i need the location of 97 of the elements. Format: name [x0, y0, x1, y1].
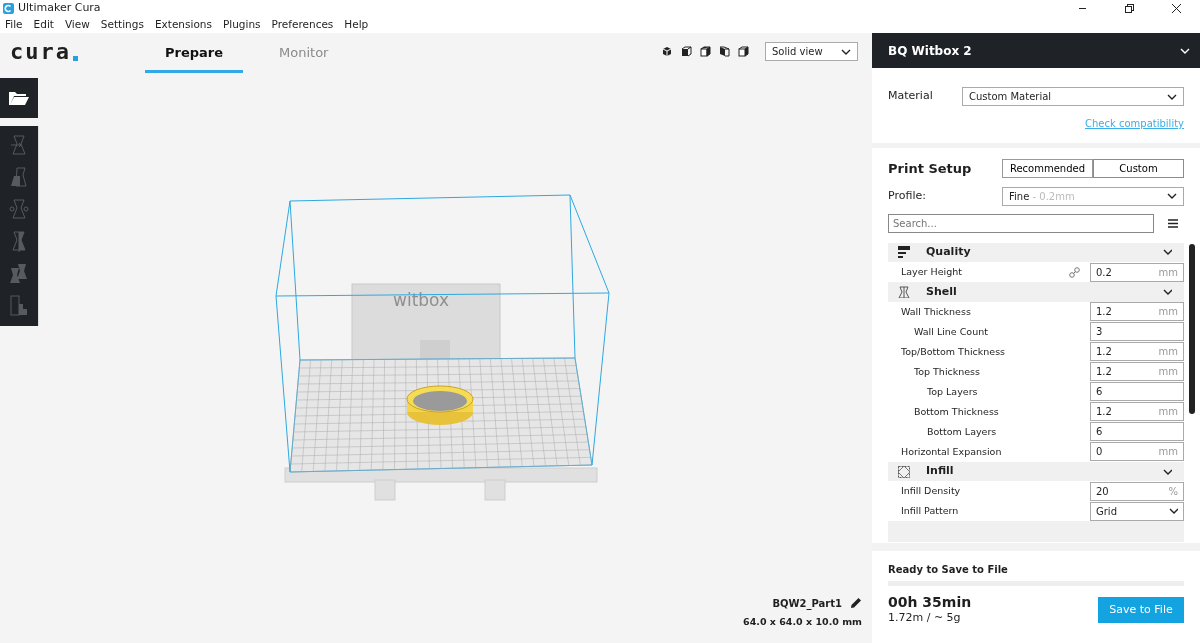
unit-label: mm: [1158, 345, 1178, 360]
camera-3d-view-icon[interactable]: [662, 46, 673, 57]
open-file-button[interactable]: [0, 78, 38, 118]
setting-label: Wall Thickness: [901, 304, 971, 319]
unit-label: mm: [1158, 405, 1178, 420]
close-icon[interactable]: [1171, 2, 1182, 14]
app-icon: [3, 2, 14, 14]
scrollbar-thumb[interactable]: [1189, 243, 1195, 414]
setting-label: Top Thickness: [914, 364, 980, 379]
setting-label: Horizontal Expansion: [901, 444, 1002, 459]
search-field[interactable]: Search...: [888, 213, 1154, 233]
setting-field[interactable]: 1.2 mm: [1090, 302, 1184, 322]
unit-label: mm: [1158, 265, 1178, 280]
setting-field[interactable]: 0.2 mm: [1090, 262, 1184, 282]
field-value: 0: [1096, 445, 1103, 460]
field-value: 20: [1096, 484, 1109, 499]
field-value: 1.2: [1096, 405, 1112, 420]
link-icon[interactable]: [1069, 266, 1080, 278]
camera-left-view-icon[interactable]: [719, 46, 730, 57]
profile-dropdown[interactable]: Fine - 0.2mm: [1002, 186, 1184, 206]
caret-icon: [841, 48, 851, 55]
field-value: 6: [1096, 385, 1103, 400]
material-dropdown[interactable]: Custom Material: [962, 87, 1184, 106]
category-title: Infill: [926, 463, 954, 480]
ring-model-drawing: [406, 385, 474, 425]
setting-label: Layer Height: [901, 265, 962, 280]
print-time: 00h 35min: [888, 594, 972, 610]
menu-item[interactable]: Preferences: [266, 16, 340, 33]
profile-label: Profile:: [888, 187, 926, 204]
setting-label: Bottom Thickness: [914, 404, 999, 419]
setting-field[interactable]: 3: [1090, 322, 1184, 342]
setting-field[interactable]: 1.2 mm: [1090, 342, 1184, 362]
field-value: 1.2: [1096, 345, 1112, 360]
menu-item[interactable]: Extensions: [149, 16, 218, 33]
logo-text: cura: [10, 40, 71, 63]
mode-tab[interactable]: Recommended: [1002, 159, 1093, 179]
field-value: 1.2: [1096, 365, 1112, 380]
object-dimensions: 64.0 x 64.0 x 10.0 mm: [743, 614, 862, 629]
menu-item[interactable]: Help: [339, 16, 375, 33]
chevron-down-icon: [1180, 47, 1190, 54]
setting-label: Top Layers: [927, 384, 978, 399]
category-header[interactable]: Shell: [888, 282, 1184, 302]
pencil-icon[interactable]: [850, 597, 862, 610]
camera-right-view-icon[interactable]: [738, 46, 749, 57]
setting-field[interactable]: 6: [1090, 422, 1184, 442]
caret-icon: [1169, 508, 1178, 515]
caret-icon: [1167, 193, 1177, 199]
field-value: 6: [1096, 425, 1103, 440]
setting-label: Top/Bottom Thickness: [901, 344, 1006, 359]
shell-icon: [898, 286, 910, 299]
view-mode-dropdown[interactable]: Solid view: [765, 42, 858, 61]
setting-label: Infill Density: [901, 484, 961, 499]
mode-tab[interactable]: Custom: [1093, 159, 1184, 179]
setting-label: Infill Pattern: [901, 504, 959, 519]
print-setup-title: Print Setup: [888, 160, 972, 178]
camera-top-view-icon[interactable]: [700, 46, 711, 57]
material-label: Material: [888, 88, 933, 105]
setting-field[interactable]: 20 %: [1090, 481, 1184, 501]
unit-label: mm: [1158, 445, 1178, 460]
menu-icon[interactable]: [1168, 218, 1178, 228]
object-name: BQW2_Part1: [772, 596, 842, 611]
tab[interactable]: Prepare: [145, 37, 244, 73]
folder-icon: [8, 90, 30, 106]
window-title: Ultimaker Cura: [18, 0, 102, 16]
setting-label: Bottom Layers: [927, 424, 997, 439]
setting-field[interactable]: 1.2 mm: [1090, 402, 1184, 422]
category-title: Quality: [926, 244, 971, 261]
printer-brand-text: witbox: [393, 290, 450, 310]
status-title: Ready to Save to File: [888, 562, 1009, 577]
field-value: 3: [1096, 325, 1103, 340]
unit-label: mm: [1158, 365, 1178, 380]
category-header[interactable]: Quality: [888, 242, 1184, 263]
menu-item[interactable]: Settings: [95, 16, 150, 33]
unit-label: %: [1168, 484, 1178, 499]
menu-item[interactable]: View: [59, 16, 96, 33]
printer-name: BQ Witbox 2: [888, 42, 972, 60]
infill-icon: [898, 465, 910, 478]
category-header[interactable]: Infill: [888, 461, 1184, 482]
quality-icon: [898, 246, 910, 259]
field-value: 0.2: [1096, 265, 1112, 280]
setting-field[interactable]: Grid: [1090, 501, 1184, 521]
unit-label: mm: [1158, 305, 1178, 320]
printer-header[interactable]: BQ Witbox 2: [872, 33, 1200, 68]
camera-front-view-icon[interactable]: [681, 46, 692, 57]
setting-field[interactable]: 6: [1090, 382, 1184, 402]
maximize-icon[interactable]: [1124, 2, 1135, 14]
caret-icon: [1167, 93, 1177, 100]
category-title: Shell: [926, 283, 957, 300]
menu-item[interactable]: File: [0, 16, 29, 33]
setting-field[interactable]: 1.2 mm: [1090, 362, 1184, 382]
menu-item[interactable]: Plugins: [217, 16, 267, 33]
setting-field[interactable]: 0 mm: [1090, 442, 1184, 462]
material-usage: 1.72m / ~ 5g: [888, 609, 962, 626]
setting-label: Wall Line Count: [914, 324, 988, 339]
field-value: 1.2: [1096, 305, 1112, 320]
menu-item[interactable]: Edit: [28, 16, 60, 33]
field-value: Grid: [1096, 504, 1117, 519]
